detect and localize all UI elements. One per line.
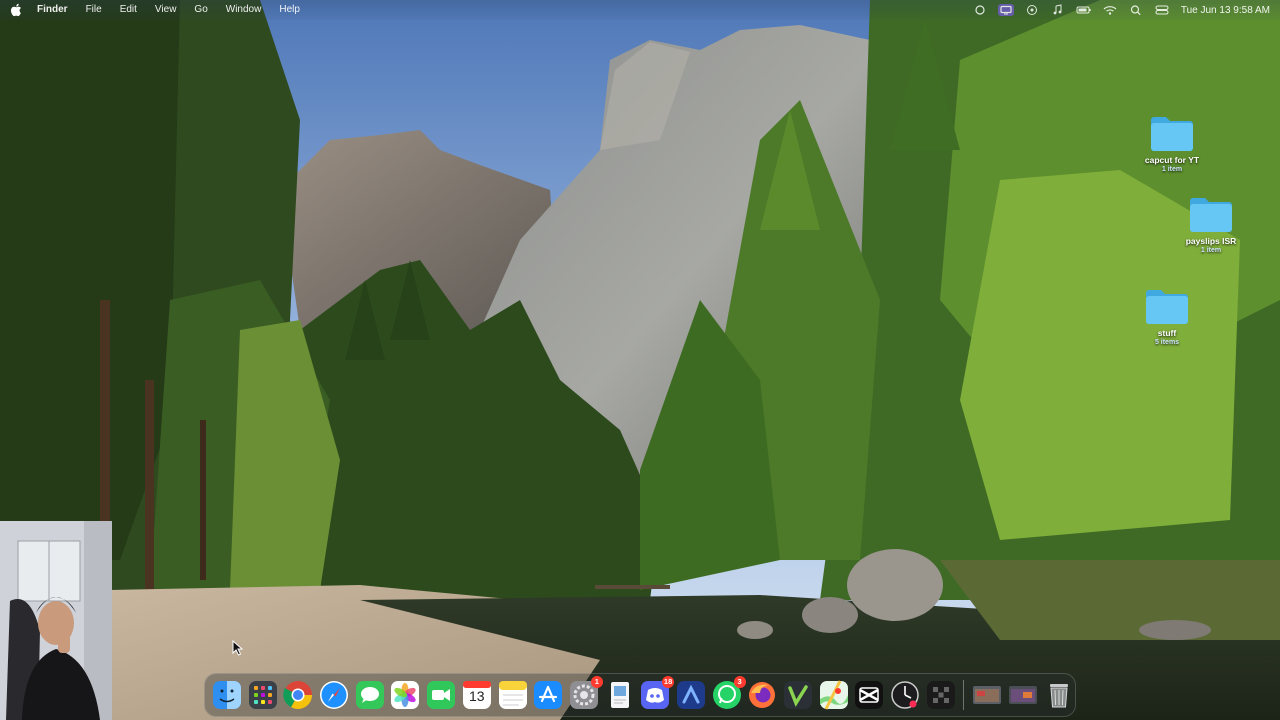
photos-icon <box>391 681 420 709</box>
notification-badge: 1 <box>590 676 603 688</box>
dock-trash[interactable] <box>1043 679 1075 711</box>
dock-safari[interactable] <box>318 679 350 711</box>
recent-window-icon <box>1008 686 1037 704</box>
firefox-icon <box>749 682 776 708</box>
dock-facetime[interactable] <box>425 679 457 711</box>
notes-icon <box>498 681 527 709</box>
dock-recent-window[interactable] <box>1007 679 1039 711</box>
recent-window-icon <box>973 686 1002 704</box>
mouse-cursor-icon <box>232 640 243 656</box>
dock-calendar[interactable]: 13 <box>461 679 493 711</box>
dock-launchpad[interactable] <box>247 679 279 711</box>
dock-chrome[interactable] <box>282 679 314 711</box>
launchpad-icon <box>248 681 277 709</box>
menu-file[interactable]: File <box>77 0 111 20</box>
app-store-icon <box>534 681 563 709</box>
battery-icon[interactable] <box>1076 4 1092 16</box>
desktop-folder-stuff[interactable]: stuff 5 items <box>1127 287 1207 347</box>
dock-messages[interactable] <box>354 679 386 711</box>
menu-go[interactable]: Go <box>185 0 216 20</box>
menu-window[interactable]: Window <box>217 0 271 20</box>
folder-icon <box>1146 290 1188 324</box>
v-app-icon <box>784 681 812 709</box>
menu-bar: Finder File Edit View Go Window Help Tue… <box>0 0 1280 20</box>
game-icon <box>926 681 955 709</box>
apple-icon[interactable] <box>10 3 22 17</box>
menu-edit[interactable]: Edit <box>111 0 146 20</box>
notification-badge: 3 <box>733 676 746 688</box>
dock-game[interactable] <box>925 679 957 711</box>
desktop-folder-capcut[interactable]: capcut for YT 1 item <box>1132 114 1212 174</box>
webcam-person-image <box>0 521 112 720</box>
focus-icon[interactable] <box>1024 4 1040 16</box>
menu-bar-right: Tue Jun 13 9:58 AM <box>967 0 1270 20</box>
desktop-folder-payslips[interactable]: payslips ISR 1 item <box>1171 195 1251 255</box>
control-center-icon[interactable] <box>1154 4 1170 16</box>
dock-preview[interactable] <box>604 679 636 711</box>
dock-discord[interactable]: 18 <box>639 676 675 711</box>
dock-maps[interactable] <box>818 679 850 711</box>
webcam-overlay <box>0 521 112 720</box>
menu-view[interactable]: View <box>146 0 186 20</box>
chrome-icon <box>283 681 313 709</box>
menu-help[interactable]: Help <box>270 0 309 20</box>
search-icon[interactable] <box>1128 4 1144 16</box>
record-icon[interactable] <box>972 4 988 16</box>
capcut-icon <box>855 681 884 709</box>
dock-arc[interactable] <box>675 679 707 711</box>
trash-icon <box>1049 684 1068 708</box>
menu-app-name[interactable]: Finder <box>28 0 77 20</box>
music-icon[interactable] <box>1050 4 1066 16</box>
dock-recent-window[interactable] <box>971 679 1003 711</box>
dock-activity-monitor[interactable] <box>889 679 921 711</box>
dock-capcut[interactable] <box>853 679 885 711</box>
calendar-day: 13 <box>469 688 485 704</box>
preview-icon <box>610 682 629 708</box>
folder-icon <box>1151 117 1193 151</box>
finder-icon <box>213 681 241 709</box>
dock-photos[interactable] <box>389 679 421 711</box>
desktop-wallpaper <box>0 0 1280 720</box>
safari-icon <box>320 681 349 709</box>
desktop-folder-count: 1 item <box>1161 166 1183 173</box>
desktop-folder-label: payslips ISR <box>1185 236 1237 246</box>
dock-separator <box>963 680 965 710</box>
folder-icon <box>1190 198 1232 232</box>
arc-icon <box>676 681 705 709</box>
dock-notes[interactable] <box>497 679 529 711</box>
activity-monitor-icon <box>891 681 919 709</box>
dock-whatsapp[interactable]: 3 <box>711 676 746 711</box>
desktop-folder-label: stuff <box>1157 328 1177 338</box>
desktop-folder-label: capcut for YT <box>1144 155 1200 165</box>
menu-bar-left: Finder File Edit View Go Window Help <box>10 0 309 20</box>
desktop-folder-count: 1 item <box>1200 247 1222 254</box>
dock-system-settings[interactable]: 1 <box>568 676 603 711</box>
wifi-icon[interactable] <box>1102 4 1118 16</box>
dock-app-store[interactable] <box>532 679 564 711</box>
menu-clock[interactable]: Tue Jun 13 9:58 AM <box>1175 5 1270 16</box>
desktop-folder-count: 5 items <box>1154 339 1180 346</box>
maps-icon <box>819 680 848 710</box>
dock-v-app[interactable] <box>782 679 814 711</box>
dock-finder[interactable] <box>211 679 243 711</box>
screen-mirror-icon[interactable] <box>997 4 1014 16</box>
facetime-icon <box>427 681 456 709</box>
messages-icon <box>355 681 384 709</box>
notification-badge: 18 <box>661 676 675 688</box>
dock-firefox[interactable] <box>746 679 778 711</box>
dock: 13 1 18 3 <box>204 673 1076 717</box>
